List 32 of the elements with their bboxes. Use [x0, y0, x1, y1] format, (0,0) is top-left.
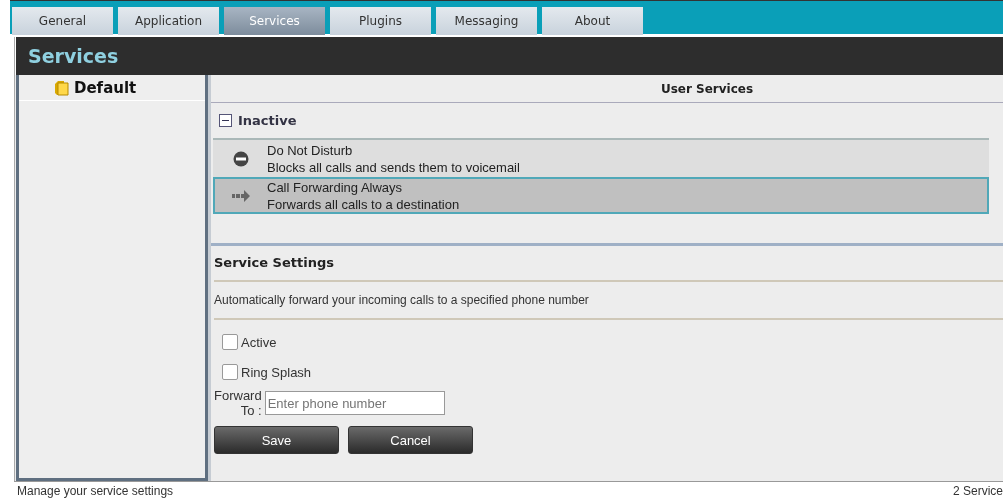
tab[interactable]: Application: [118, 7, 219, 35]
service-count: 2 Service: [952, 484, 1003, 498]
panel-title: User Services: [211, 75, 1003, 103]
dialog-button[interactable]: Cancel: [348, 426, 473, 454]
section-description: Automatically forward your incoming calls to a specified phone number: [214, 282, 1003, 320]
tab[interactable]: Plugins: [330, 7, 431, 35]
checkbox[interactable]: [222, 364, 238, 380]
service-description: Blocks all calls and sends them to voicemail: [267, 158, 520, 176]
field-label: Forward: [214, 388, 262, 403]
checkbox-label: Active: [241, 334, 277, 350]
phone-number-field[interactable]: Enter phone number: [264, 391, 445, 415]
tab[interactable]: Messaging: [436, 7, 537, 35]
checkbox-label: Ring Splash: [241, 364, 312, 380]
status-text: Manage your service settings: [17, 484, 174, 498]
arrow-icon: [232, 189, 250, 202]
service-row[interactable]: Do Not Disturb Blocks all calls and sends them to voicemail: [213, 140, 989, 177]
tab[interactable]: General: [12, 7, 113, 35]
dialog-button[interactable]: Save: [214, 426, 339, 454]
service-description: Forwards all calls to a destination: [267, 195, 460, 213]
service-name: Do Not Disturb: [267, 141, 354, 159]
checkbox[interactable]: [222, 334, 238, 350]
collapse-toggle[interactable]: [219, 114, 232, 127]
minus-icon: [222, 120, 229, 121]
group-label: Inactive: [238, 113, 297, 128]
no-entry-icon: [233, 150, 249, 167]
folder-icon: [54, 80, 70, 96]
tab[interactable]: About: [542, 7, 643, 35]
section-title: Service Settings: [214, 246, 1003, 282]
page-header: Services: [16, 37, 1003, 75]
field-label: To :: [240, 403, 262, 418]
service-row[interactable]: Call Forwarding Always Forwards all calls to a destination: [213, 177, 989, 214]
service-name: Call Forwarding Always: [267, 178, 404, 196]
